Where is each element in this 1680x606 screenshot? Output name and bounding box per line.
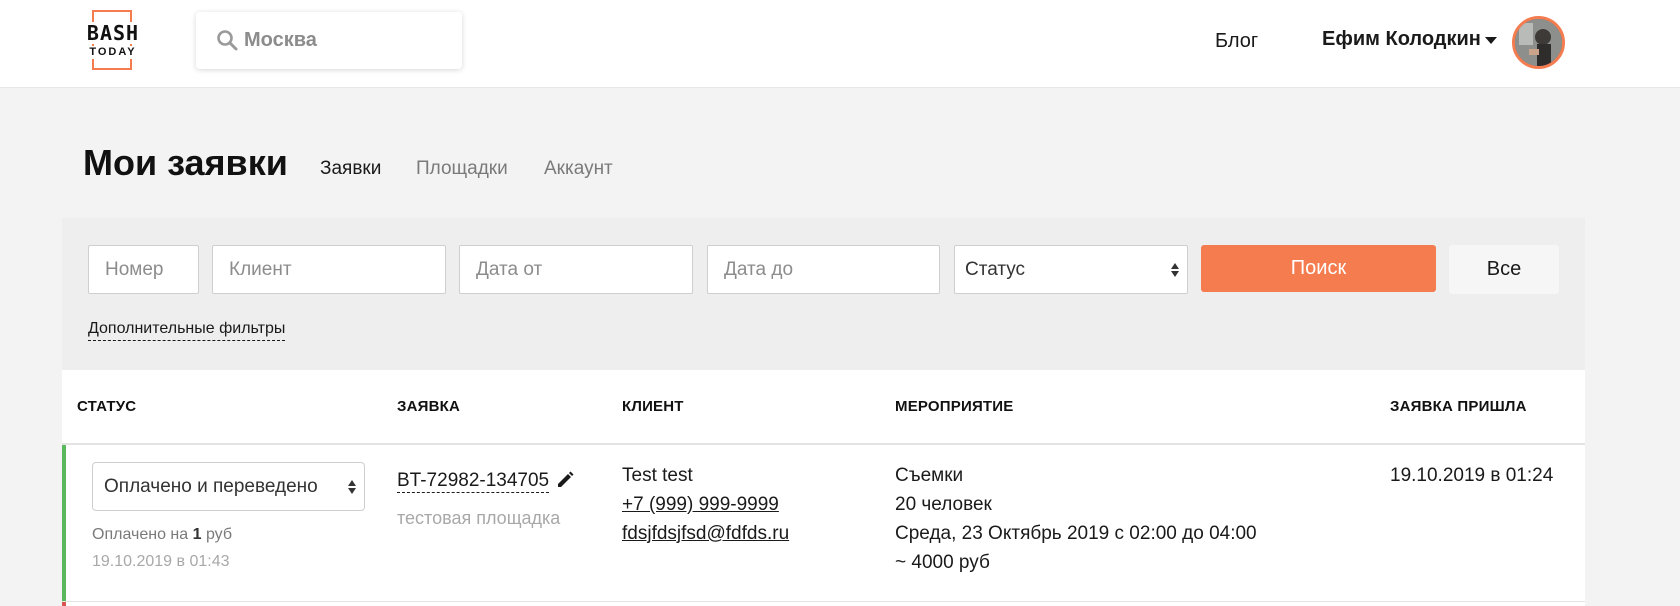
tab-venues[interactable]: Площадки <box>416 158 508 180</box>
event-date: Среда, 23 Октябрь 2019 с 02:00 до 04:00 <box>895 523 1257 544</box>
event-budget: ~ 4000 руб <box>895 552 990 573</box>
paid-amount-text: Оплачено на 1 руб <box>92 526 232 544</box>
city-search-input[interactable] <box>244 12 454 69</box>
table-header-divider <box>62 443 1585 445</box>
search-icon <box>217 30 238 51</box>
request-received-date: 19.10.2019 в 01:24 <box>1390 465 1554 486</box>
top-header: BASH TODAY Блог Ефим Колодкин <box>0 0 1680 88</box>
filter-panel <box>62 218 1585 370</box>
next-row-status-indicator <box>62 602 66 606</box>
column-header-request: ЗАЯВКА <box>397 398 461 415</box>
row-divider <box>62 601 1585 602</box>
number-filter-input[interactable] <box>88 245 199 294</box>
row-status-value: Оплачено и переведено <box>104 476 318 497</box>
paid-amount: 1 <box>192 526 202 543</box>
bash-today-logo[interactable]: BASH TODAY <box>78 8 148 70</box>
column-header-client: КЛИЕНТ <box>622 398 684 415</box>
date-to-input[interactable] <box>707 245 940 294</box>
tab-account[interactable]: Аккаунт <box>544 158 613 180</box>
extra-filters-link[interactable]: Дополнительные фильтры <box>88 320 286 341</box>
all-button[interactable]: Все <box>1449 245 1559 294</box>
pencil-edit-icon[interactable] <box>556 471 574 489</box>
logo-text-bash: BASH <box>80 22 146 44</box>
caret-down-icon[interactable] <box>1485 37 1497 44</box>
select-arrows-icon <box>348 480 356 494</box>
client-phone-link[interactable]: +7 (999) 999-9999 <box>622 494 779 516</box>
paid-prefix: Оплачено на <box>92 526 193 543</box>
user-avatar[interactable] <box>1512 16 1565 69</box>
column-header-status: СТАТУС <box>77 398 137 415</box>
event-type: Съемки <box>895 465 964 486</box>
logo-text-today: TODAY <box>86 46 140 59</box>
column-header-received: ЗАЯВКА ПРИШЛА <box>1390 398 1527 415</box>
client-name: Test test <box>622 465 693 486</box>
paid-date: 19.10.2019 в 01:43 <box>92 553 230 570</box>
status-filter-select[interactable]: Статус <box>954 245 1188 294</box>
nav-blog-link[interactable]: Блог <box>1215 30 1258 53</box>
client-email-link[interactable]: fdsjfdsjfsd@fdfds.ru <box>622 523 789 545</box>
event-guests: 20 человек <box>895 494 992 515</box>
user-menu-name[interactable]: Ефим Колодкин <box>1322 28 1481 51</box>
column-header-event: МЕРОПРИЯТИЕ <box>895 398 1014 415</box>
status-filter-value: Статус <box>965 259 1026 280</box>
row-status-select[interactable]: Оплачено и переведено <box>92 462 365 511</box>
venue-name: тестовая площадка <box>397 508 561 528</box>
row-status-indicator <box>62 445 66 602</box>
city-search[interactable] <box>196 12 462 69</box>
client-filter-input[interactable] <box>212 245 446 294</box>
order-id-link[interactable]: BT-72982-134705 <box>397 470 550 493</box>
avatar-photo <box>1515 19 1562 66</box>
search-button[interactable]: Поиск <box>1201 245 1436 292</box>
page-title: Мои заявки <box>83 142 288 183</box>
date-from-input[interactable] <box>459 245 693 294</box>
tab-requests[interactable]: Заявки <box>320 158 381 180</box>
paid-suffix: руб <box>201 526 233 543</box>
select-arrows-icon <box>1171 263 1179 277</box>
